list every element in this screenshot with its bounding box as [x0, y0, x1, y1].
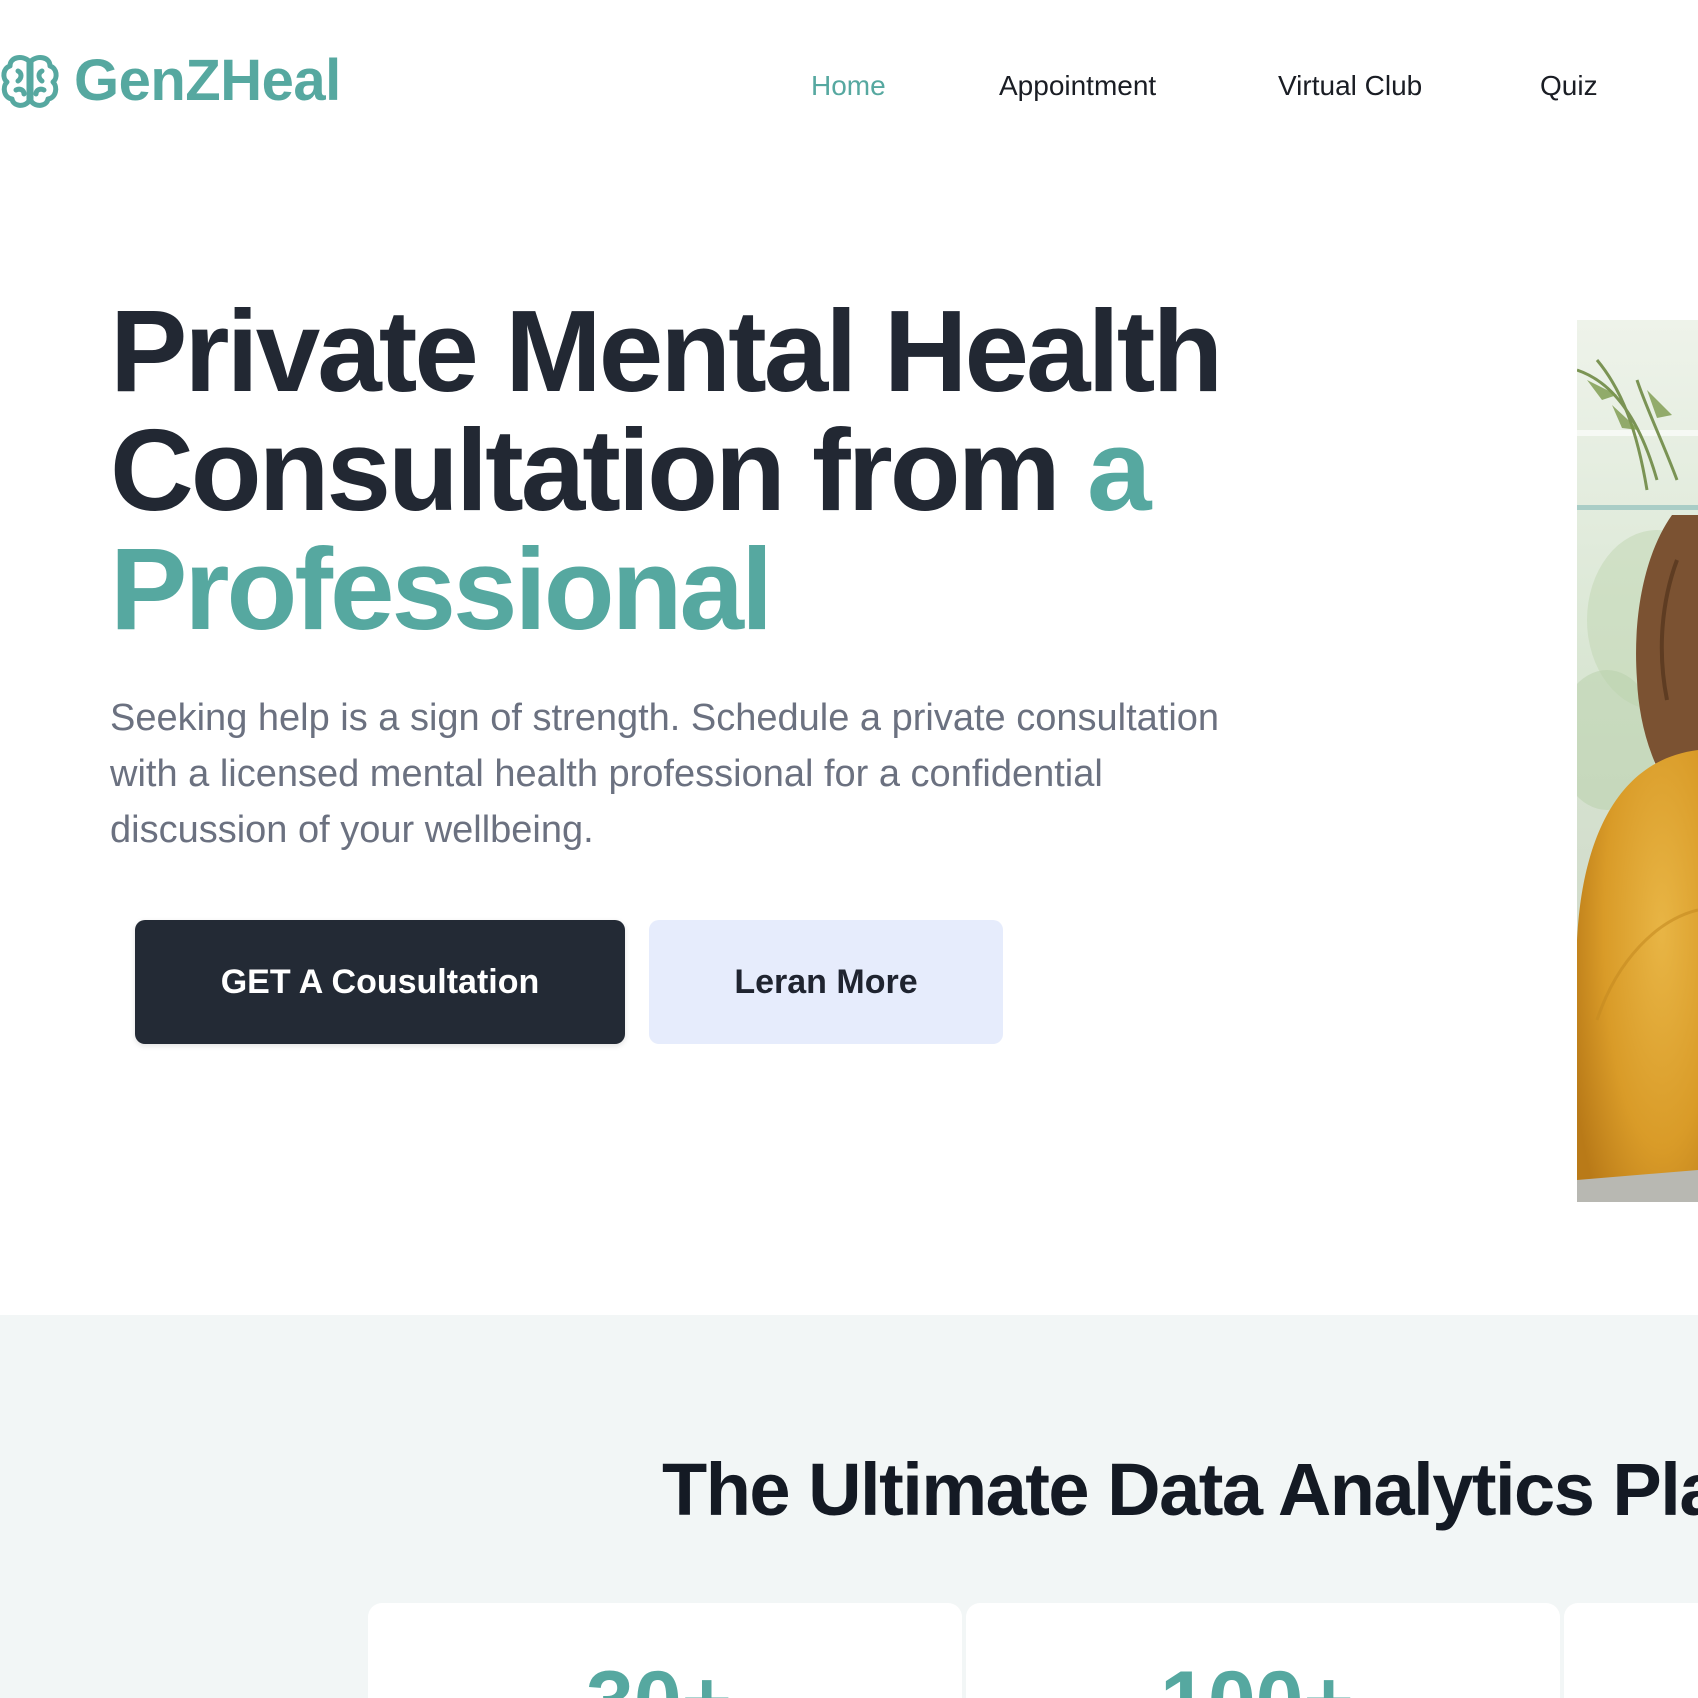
stats-title: The Ultimate Data Analytics Plat: [662, 1448, 1698, 1531]
hero-title: Private Mental Health Consultation from …: [110, 292, 1360, 649]
stat-value: 30+: [586, 1657, 732, 1698]
learn-more-button[interactable]: Leran More: [649, 920, 1003, 1044]
hero-title-main: Private Mental Health Consultation from: [110, 286, 1223, 535]
stat-value: 100+: [1160, 1657, 1354, 1698]
nav-appointment[interactable]: Appointment: [999, 66, 1156, 106]
hero-subtitle: Seeking help is a sign of strength. Sche…: [110, 697, 1220, 851]
page: GenZHeal Home Appointment Virtual Club Q…: [0, 0, 1698, 1698]
nav-virtual-club[interactable]: Virtual Club: [1278, 66, 1422, 106]
hero-image: [1577, 320, 1698, 1202]
main-nav: Home Appointment Virtual Club Quiz: [0, 66, 1698, 106]
stat-card: 30+: [368, 1603, 962, 1698]
stat-card: 100+: [966, 1603, 1560, 1698]
get-consultation-button[interactable]: GET A Cousultation: [135, 920, 625, 1044]
stat-card: [1564, 1603, 1698, 1698]
nav-quiz[interactable]: Quiz: [1540, 66, 1598, 106]
nav-home[interactable]: Home: [811, 66, 886, 106]
person-on-beanbag-photo: [1577, 320, 1698, 1202]
stats-section: The Ultimate Data Analytics Plat 30+ 100…: [0, 1315, 1698, 1698]
